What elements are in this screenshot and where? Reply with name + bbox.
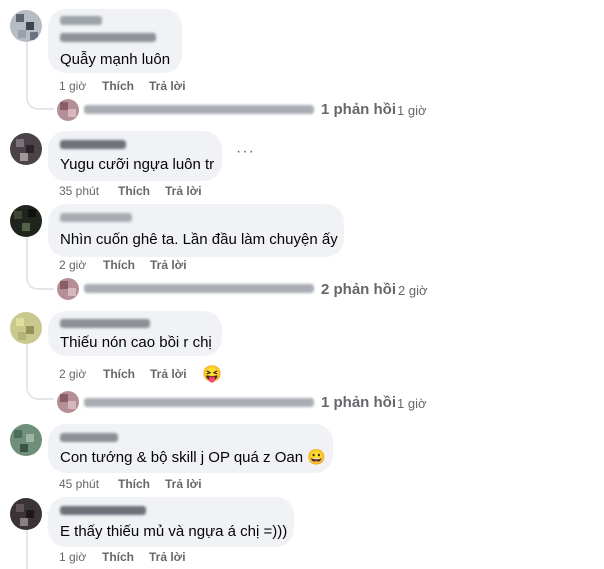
comment-time[interactable]: 2 giờ [59, 367, 86, 381]
author-name[interactable] [60, 213, 132, 222]
comment-text: Quẫy mạnh luôn [60, 51, 171, 68]
author-name[interactable] [60, 319, 150, 328]
reply-time: 2 giờ [398, 283, 428, 298]
author-name[interactable] [60, 433, 118, 442]
view-replies-link[interactable]: 2 phản hồi [321, 281, 396, 298]
reply-avatar [57, 99, 79, 121]
like-button[interactable]: Thích [103, 367, 135, 381]
reply-author-preview [84, 284, 314, 293]
comment-bubble: Nhìn cuốn ghê ta. Lần đầu làm chuyện ấy [48, 204, 344, 257]
like-button[interactable]: Thích [118, 184, 150, 198]
thread-connector [26, 384, 54, 400]
reply-time: 1 giờ [397, 396, 427, 411]
comment-bubble: E thấy thiếu mủ và ngựa á chị =))) [48, 497, 294, 547]
view-replies-link[interactable]: 1 phản hồi [321, 394, 396, 411]
comment-bubble: Thiếu nón cao bồi r chị [48, 311, 222, 356]
reply-button[interactable]: Trả lời [165, 184, 202, 198]
reply-button[interactable]: Trả lời [165, 477, 202, 491]
comment-text: Thiếu nón cao bồi r chị [60, 334, 212, 351]
author-name[interactable] [60, 140, 126, 149]
more-options-icon[interactable]: ··· [236, 143, 255, 161]
comment-time[interactable]: 1 giờ [59, 79, 86, 93]
author-name[interactable] [60, 16, 102, 25]
avatar[interactable] [10, 424, 42, 456]
avatar[interactable] [10, 205, 42, 237]
avatar[interactable] [10, 133, 42, 165]
comment-time[interactable]: 2 giờ [59, 258, 86, 272]
reply-button[interactable]: Trả lời [150, 367, 187, 381]
reply-time: 1 giờ [397, 103, 427, 118]
reply-button[interactable]: Trả lời [149, 550, 186, 564]
like-button[interactable]: Thích [102, 550, 134, 564]
like-button[interactable]: Thích [103, 258, 135, 272]
comment-bubble: Quẫy mạnh luôn [48, 9, 182, 73]
reaction-emoji[interactable]: 😝 [202, 364, 222, 384]
thread-line [26, 344, 28, 384]
like-button[interactable]: Thích [118, 477, 150, 491]
thread-line [26, 236, 28, 274]
comment-text: Nhìn cuốn ghê ta. Lần đầu làm chuyện ấy [60, 231, 338, 248]
comment-bubble: Con tướng & bộ skill j OP quá z Oan 😀 [48, 424, 333, 473]
comment-time[interactable]: 45 phút [59, 477, 99, 491]
like-button[interactable]: Thích [102, 79, 134, 93]
comment-bubble: Yugu cưỡi ngựa luôn tr [48, 131, 222, 181]
reply-avatar [57, 278, 79, 300]
thread-connector [26, 94, 54, 110]
author-name[interactable] [60, 506, 146, 515]
reply-author-preview [84, 398, 314, 407]
comment-text: E thấy thiếu mủ và ngựa á chị =))) [60, 523, 288, 540]
avatar[interactable] [10, 498, 42, 530]
comment-time[interactable]: 1 giờ [59, 550, 86, 564]
thread-connector [26, 274, 54, 290]
comment-text: Yugu cưỡi ngựa luôn tr [60, 156, 215, 173]
comment-time[interactable]: 35 phút [59, 184, 99, 198]
view-replies-link[interactable]: 1 phản hồi [321, 101, 396, 118]
reply-author-preview [84, 105, 314, 114]
avatar[interactable] [10, 312, 42, 344]
thread-line [26, 42, 28, 94]
avatar[interactable] [10, 10, 42, 42]
reply-button[interactable]: Trả lời [150, 258, 187, 272]
reply-button[interactable]: Trả lời [149, 79, 186, 93]
author-name[interactable] [60, 33, 156, 42]
comment-text: Con tướng & bộ skill j OP quá z Oan 😀 [60, 449, 326, 466]
thread-line [26, 530, 28, 569]
reply-avatar [57, 391, 79, 413]
